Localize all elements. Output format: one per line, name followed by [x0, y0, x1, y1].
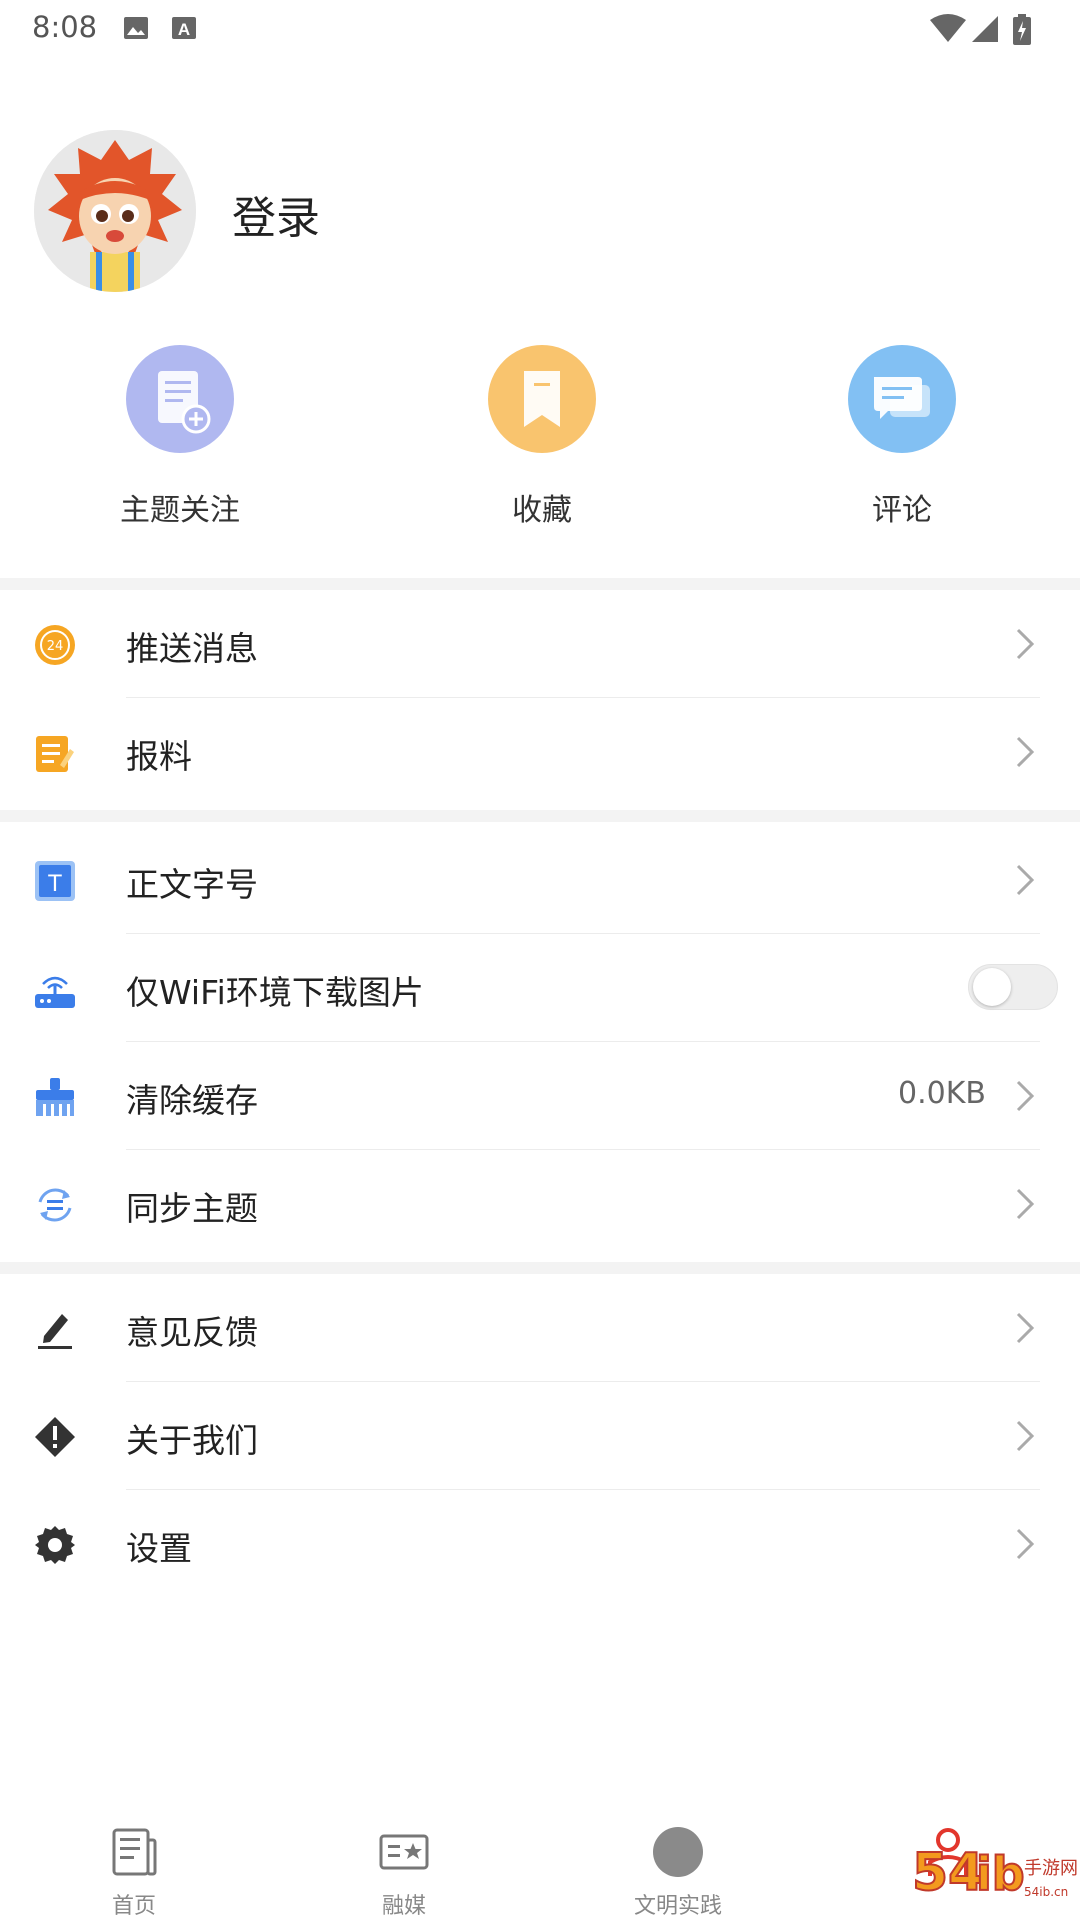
menu-item-label: 推送消息 — [126, 629, 258, 668]
chevron-right-icon — [1014, 626, 1036, 662]
menu-item-label: 清除缓存 — [126, 1081, 258, 1120]
quick-action-favorites[interactable]: 收藏 — [422, 345, 662, 529]
signal-icon — [970, 14, 1000, 48]
media-card-icon — [378, 1826, 430, 1878]
avatar[interactable] — [34, 130, 196, 292]
menu-item-news-tip[interactable]: 报料 — [0, 698, 1080, 806]
tab-civilization-practice[interactable]: 文明实践 — [608, 1826, 748, 1920]
chevron-right-icon — [1014, 734, 1036, 770]
profile-header[interactable]: 登录 — [0, 130, 1080, 300]
tab-home[interactable]: 首页 — [64, 1826, 204, 1920]
image-icon — [122, 14, 150, 46]
info-diamond-icon — [34, 1416, 76, 1458]
circle-icon — [652, 1826, 704, 1878]
wifi-icon — [930, 14, 966, 48]
quick-action-comments[interactable]: 评论 — [782, 345, 1022, 529]
chevron-right-icon — [1014, 1078, 1036, 1114]
status-bar: 8:08 A — [0, 0, 1080, 56]
chevron-right-icon — [1014, 1186, 1036, 1222]
battery-charging-icon — [1012, 14, 1032, 50]
menu-item-settings[interactable]: 设置 — [0, 1490, 1080, 1598]
clock-24-icon: 24 — [34, 624, 76, 666]
tab-label: 文明实践 — [633, 1894, 722, 1919]
newspaper-icon — [108, 1826, 160, 1878]
menu-item-label: 关于我们 — [126, 1421, 258, 1460]
svg-text:T: T — [47, 872, 62, 897]
section-divider — [0, 578, 1080, 590]
tab-label: 首页 — [111, 1894, 156, 1919]
menu-item-label: 设置 — [126, 1529, 192, 1568]
status-time: 8:08 — [32, 10, 98, 44]
chevron-right-icon — [1014, 1310, 1036, 1346]
toggle-knob — [973, 968, 1011, 1006]
menu-item-text-size[interactable]: T 正文字号 — [0, 826, 1080, 934]
menu-item-feedback[interactable]: 意见反馈 — [0, 1274, 1080, 1382]
document-add-icon — [126, 345, 234, 453]
menu-item-sync-theme[interactable]: 同步主题 — [0, 1150, 1080, 1258]
menu-item-label: 同步主题 — [126, 1189, 258, 1228]
gear-icon — [34, 1524, 76, 1566]
svg-text:手游网: 手游网 — [1024, 1858, 1078, 1879]
router-icon — [34, 968, 76, 1010]
login-label[interactable]: 登录 — [232, 182, 320, 246]
svg-text:54: 54 — [912, 1843, 984, 1903]
cache-size-value: 0.0KB — [898, 1076, 986, 1111]
menu-item-clear-cache[interactable]: 清除缓存 0.0KB — [0, 1042, 1080, 1150]
menu-item-label: 意见反馈 — [126, 1313, 258, 1352]
svg-text:24: 24 — [47, 639, 64, 654]
svg-text:54ib.cn: 54ib.cn — [1024, 1885, 1068, 1899]
watermark-logo: 54 ib 手游网 54ib.cn — [911, 1834, 1080, 1920]
menu-item-about-us[interactable]: 关于我们 — [0, 1382, 1080, 1490]
chevron-right-icon — [1014, 862, 1036, 898]
quick-action-topic-follow[interactable]: 主题关注 — [60, 345, 300, 529]
text-size-icon: T — [34, 860, 76, 902]
tab-label: 融媒 — [381, 1894, 426, 1919]
section-divider — [0, 810, 1080, 822]
quick-action-label: 评论 — [872, 493, 932, 528]
wifi-only-toggle[interactable] — [968, 964, 1058, 1010]
notepad-edit-icon — [34, 732, 76, 774]
bookmark-icon — [488, 345, 596, 453]
quick-actions: 主题关注 收藏 评论 — [0, 345, 1080, 535]
menu-item-label: 报料 — [126, 737, 192, 776]
menu-item-label: 仅WiFi环境下载图片 — [126, 973, 424, 1012]
svg-text:A: A — [178, 20, 190, 39]
menu-item-wifi-only-images: 仅WiFi环境下载图片 — [0, 934, 1080, 1042]
tab-media[interactable]: 融媒 — [334, 1826, 474, 1920]
comment-icon — [848, 345, 956, 453]
sync-icon — [34, 1184, 76, 1226]
svg-text:ib: ib — [976, 1847, 1025, 1901]
menu-item-push-messages[interactable]: 24 推送消息 — [0, 590, 1080, 698]
cartoon-lion-avatar-icon — [34, 130, 196, 292]
pencil-icon — [34, 1308, 76, 1350]
chevron-right-icon — [1014, 1418, 1036, 1454]
section-divider — [0, 1262, 1080, 1274]
chevron-right-icon — [1014, 1526, 1036, 1562]
quick-action-label: 主题关注 — [120, 493, 240, 528]
quick-action-label: 收藏 — [512, 493, 572, 528]
menu-item-label: 正文字号 — [126, 865, 258, 904]
keyboard-a-icon: A — [170, 14, 198, 46]
broom-icon — [34, 1076, 76, 1118]
